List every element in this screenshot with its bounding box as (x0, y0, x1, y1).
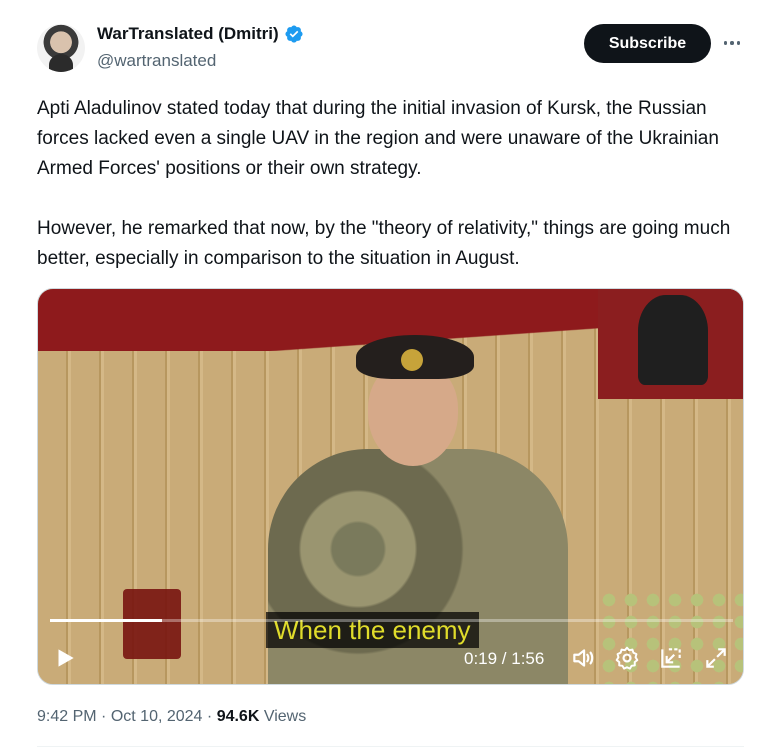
author-name[interactable]: WarTranslated (Dmitri) (97, 24, 279, 44)
author-handle[interactable]: @wartranslated (97, 51, 216, 71)
video-frame-badge (401, 349, 423, 371)
video-player[interactable]: When the enemy 0:19 / 1:56 (37, 288, 744, 685)
video-frame-glass (123, 589, 181, 659)
video-progress-bar[interactable] (50, 619, 733, 622)
volume-icon[interactable] (570, 645, 596, 671)
tweet-text: Apti Aladulinov stated today that during… (37, 94, 742, 274)
author-name-row: WarTranslated (Dmitri) (97, 24, 304, 44)
avatar[interactable] (37, 24, 85, 72)
tweet-meta: 9:42 PM · Oct 10, 2024 · 94.6K Views (37, 708, 306, 726)
tweet-time[interactable]: 9:42 PM (37, 708, 97, 725)
video-frame-portrait (598, 289, 743, 399)
fullscreen-icon[interactable] (703, 645, 729, 671)
settings-gear-icon[interactable] (614, 645, 640, 671)
video-time: 0:19 / 1:56 (464, 649, 545, 668)
tweet-card: WarTranslated (Dmitri) @wartranslated Su… (0, 0, 770, 756)
video-progress-fill (50, 619, 162, 622)
play-icon[interactable] (52, 645, 78, 671)
video-subtitle: When the enemy (266, 612, 479, 648)
verified-badge-icon (285, 25, 303, 43)
subscribe-button[interactable]: Subscribe (584, 24, 711, 63)
views-count: 94.6K (216, 708, 260, 725)
tweet-date[interactable]: Oct 10, 2024 (111, 708, 203, 725)
meta-separator-2: · (206, 708, 213, 725)
tweet-paragraph-2: However, he remarked that now, by the "t… (37, 218, 731, 269)
dock-picture-in-picture-icon[interactable] (658, 645, 684, 671)
meta-separator: · (101, 708, 107, 725)
divider (37, 746, 744, 747)
views-label: Views (263, 708, 307, 725)
tweet-paragraph-1: Apti Aladulinov stated today that during… (37, 98, 719, 179)
more-options-icon[interactable] (718, 32, 746, 54)
